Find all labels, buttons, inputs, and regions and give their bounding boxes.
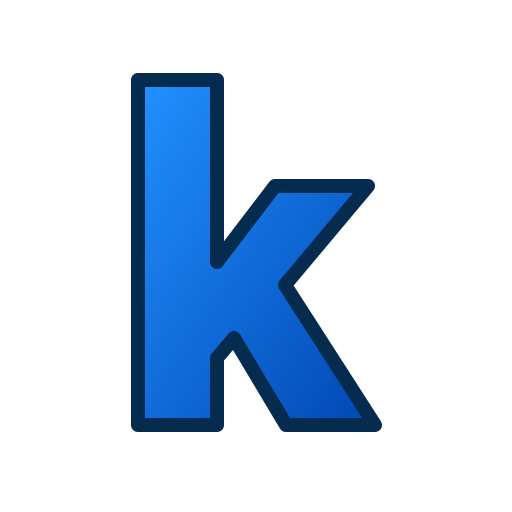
letter-k-shape [131, 73, 382, 432]
canvas [0, 0, 512, 512]
letter-k-icon [131, 73, 382, 432]
